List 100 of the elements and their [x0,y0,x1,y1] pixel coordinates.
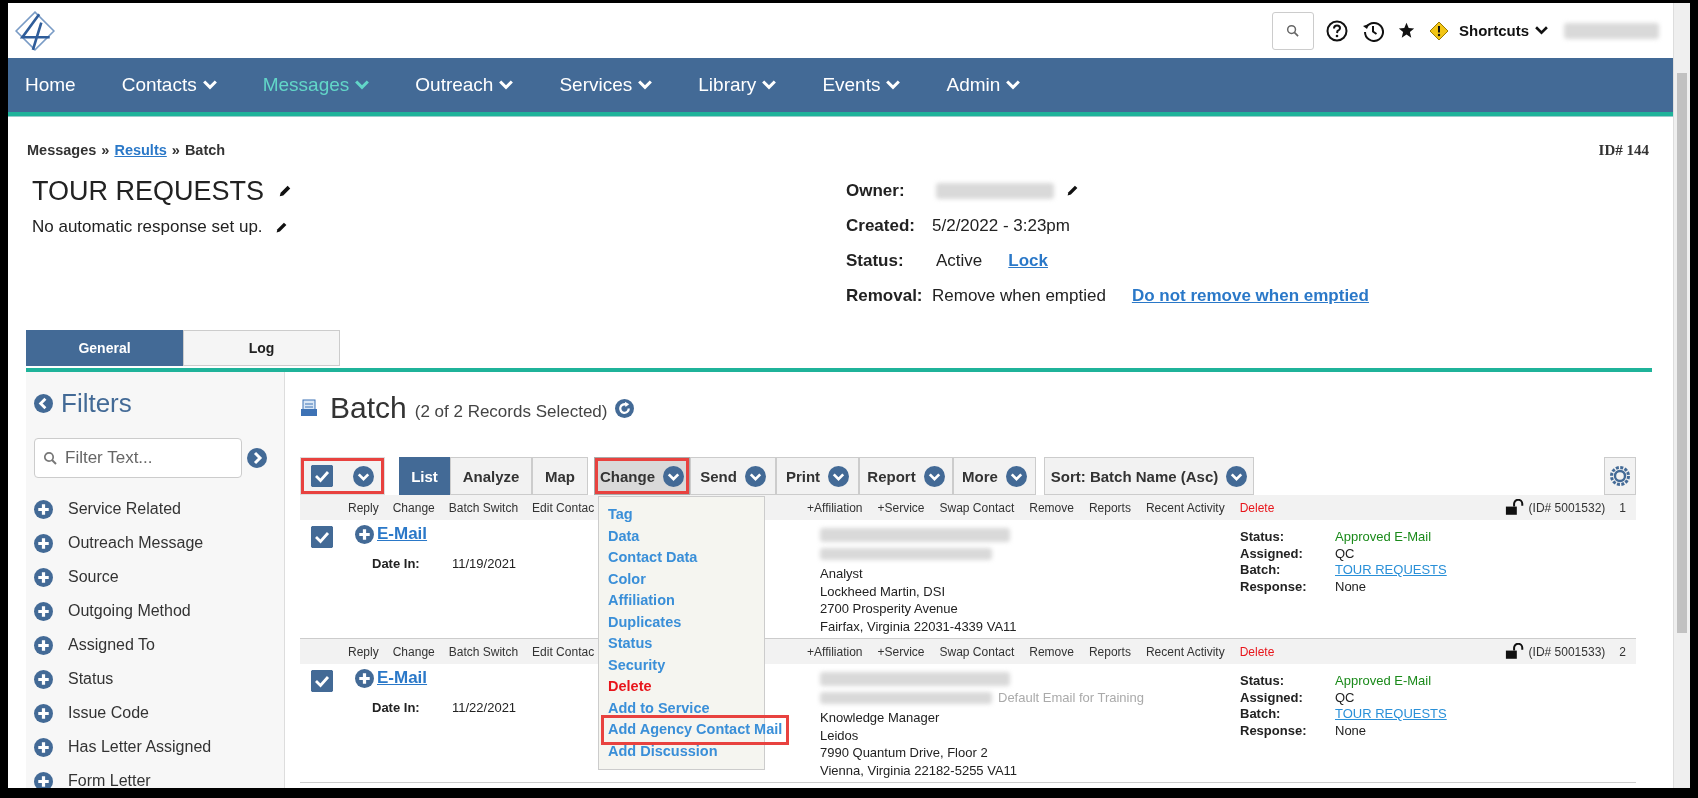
view-tab[interactable]: Analyze [450,457,532,495]
field-label: Batch: [1240,706,1282,723]
record-action[interactable]: Swap Contact [939,644,1015,659]
unlocked-icon[interactable] [1504,499,1525,516]
expand-icon[interactable] [34,499,53,519]
filter-item[interactable]: Outreach Message [68,534,204,552]
breadcrumb-separator: » [171,142,180,158]
filter-item[interactable]: Service Related [68,500,181,518]
filter-item[interactable]: Assigned To [68,636,155,654]
nav-item[interactable]: Admin [946,74,1021,96]
field-label: Status: [1240,673,1286,690]
filter-field[interactable]: Filter Text... [34,438,242,478]
history-icon[interactable] [1362,19,1384,42]
record-action[interactable]: Swap Contact [939,500,1015,515]
nav-item[interactable]: Home [25,74,76,96]
expand-icon[interactable] [355,524,374,544]
go-icon[interactable] [247,448,267,468]
expand-icon[interactable] [34,533,53,553]
menu-item[interactable]: Delete [605,676,655,698]
record-action[interactable]: Reports [1088,500,1131,515]
nav-item[interactable]: Events [822,74,901,96]
view-tab[interactable]: List [399,457,450,495]
search-button[interactable] [1272,11,1314,50]
edit-icon[interactable] [278,184,293,198]
filter-item[interactable]: Has Letter Assigned [68,738,212,756]
chevron-down-icon [762,80,777,90]
unlocked-icon[interactable] [1504,643,1525,660]
detail-link[interactable]: Do not remove when emptied [1131,285,1369,306]
record-action[interactable]: +Service [877,500,925,515]
expand-icon[interactable] [34,669,53,689]
filter-item[interactable]: Form Letter [68,772,151,788]
expand-icon[interactable] [34,703,53,723]
select-all-control[interactable] [300,457,385,495]
checkbox[interactable] [311,465,333,487]
logo-icon[interactable] [14,9,56,52]
star-icon[interactable] [1398,22,1415,39]
record-type-link[interactable]: E-Mail [377,668,428,688]
record-action[interactable]: Recent Activity [1145,644,1225,659]
refresh-icon[interactable] [615,398,635,418]
edit-icon[interactable] [274,220,288,234]
contact-line: Lockheed Martin, DSI [820,582,946,600]
record-action[interactable]: Delete [1239,500,1275,515]
sort-dropdown[interactable]: Sort: Batch Name (Asc) [1044,457,1254,495]
filter-item[interactable]: Outgoing Method [68,602,191,620]
record-action[interactable]: Edit Contac [532,644,595,659]
filter-item[interactable]: Source [68,568,119,586]
record-action[interactable]: Reply [348,500,379,515]
chevron-down-icon [1005,465,1027,487]
action-dropdown[interactable]: Change [594,457,690,495]
tab[interactable]: General [26,330,183,366]
chevron-down-icon [828,465,850,487]
record-action[interactable]: Recent Activity [1145,500,1225,515]
field-value: Approved E-Mail [1335,529,1432,546]
action-dropdown[interactable]: Send [690,457,776,495]
nav-item[interactable]: Library [698,74,777,96]
checkbox[interactable] [311,526,333,548]
contact-line: 7990 Quantum Drive, Floor 2 [820,744,989,762]
record-action[interactable]: Remove [1029,644,1074,659]
field-value: None [1335,722,1367,739]
expand-icon[interactable] [34,635,53,655]
record-action[interactable]: Reply [348,644,379,659]
expand-icon[interactable] [355,668,374,688]
record-action[interactable]: Edit Contac [532,500,595,515]
record-action[interactable]: Change [392,500,435,515]
shortcuts-menu[interactable]: Shortcuts [1459,22,1548,39]
record-action[interactable]: +Service [877,644,925,659]
record-action[interactable]: +Affiliation [807,644,863,659]
warning-icon[interactable] [1429,20,1449,41]
breadcrumb-link[interactable]: Results [114,142,167,158]
filter-item[interactable]: Status [68,670,114,688]
expand-icon[interactable] [34,737,53,757]
nav-item[interactable]: Outreach [415,74,514,96]
checkbox[interactable] [311,670,333,692]
detail-link[interactable]: Lock [1008,250,1048,271]
help-icon[interactable] [1326,19,1348,42]
record-type-link[interactable]: E-Mail [377,524,428,544]
action-dropdown[interactable]: More [953,457,1036,495]
scrollbar[interactable] [1673,3,1690,788]
tab[interactable]: Log [183,330,340,366]
record-action[interactable]: Change [392,644,435,659]
record-action[interactable]: Remove [1029,500,1074,515]
nav-item[interactable]: Services [559,74,653,96]
nav-item[interactable]: Contacts [121,74,217,96]
record-action[interactable]: Delete [1239,644,1275,659]
edit-icon[interactable] [1066,184,1079,197]
collapse-icon[interactable] [34,393,53,413]
expand-icon[interactable] [34,771,53,788]
record-action[interactable]: Batch Switch [448,644,519,659]
action-dropdown[interactable]: Report [859,457,953,495]
record-action[interactable]: Reports [1088,644,1131,659]
breadcrumb-separator: » [101,142,110,158]
expand-icon[interactable] [34,567,53,587]
record-action[interactable]: Batch Switch [448,500,519,515]
action-dropdown[interactable]: Print [776,457,859,495]
dropdown-icon[interactable] [353,465,374,487]
filter-item[interactable]: Issue Code [68,704,149,722]
settings-button[interactable] [1604,457,1636,495]
record-action[interactable]: +Affiliation [807,500,863,515]
view-tab[interactable]: Map [532,457,588,495]
expand-icon[interactable] [34,601,53,621]
